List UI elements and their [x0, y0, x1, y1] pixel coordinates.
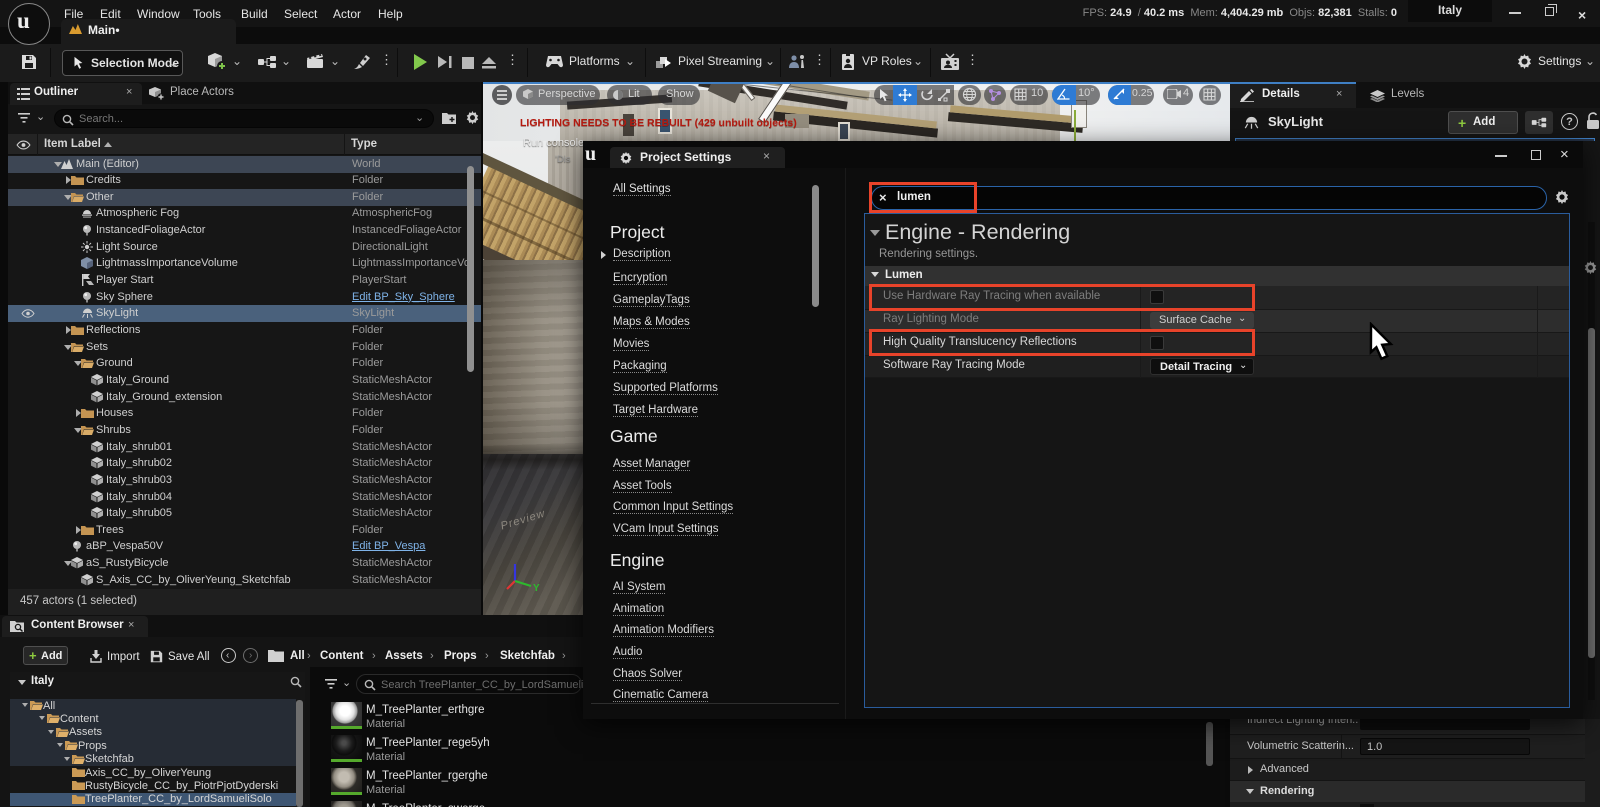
svg-text:Y: Y [533, 583, 540, 594]
